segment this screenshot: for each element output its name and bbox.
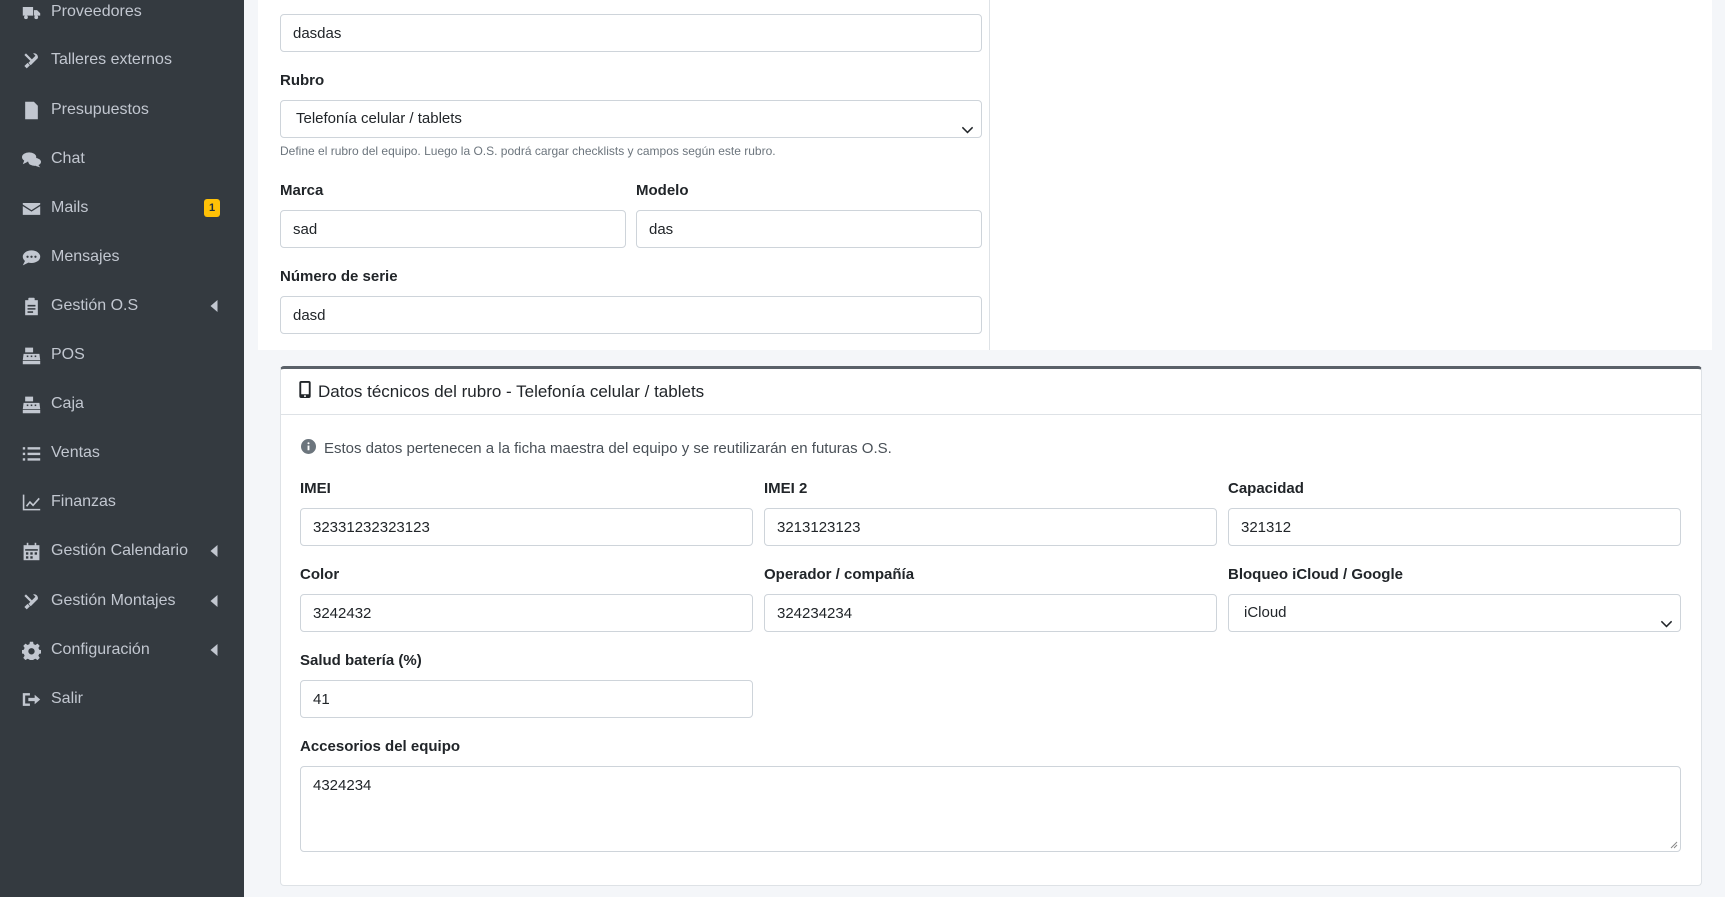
sidebar-item-label: Configuración	[51, 641, 150, 658]
chevron-left-icon	[204, 300, 224, 312]
sign-out-icon	[20, 688, 42, 710]
chevron-left-icon	[204, 644, 224, 656]
imei2-input[interactable]	[764, 508, 1217, 546]
mobile-phone-icon	[299, 380, 311, 403]
sidebar-item-label: Gestión O.S	[51, 297, 139, 314]
chevron-down-icon	[1660, 607, 1673, 628]
sidebar-item-gestion-montajes[interactable]: Gestión Montajes	[0, 579, 244, 623]
numero-serie-input[interactable]	[280, 296, 982, 334]
color-label: Color	[300, 566, 340, 583]
marca-input[interactable]	[280, 210, 626, 248]
sidebar-item-mails[interactable]: Mails 1	[0, 186, 244, 230]
sidebar-item-label: Finanzas	[51, 493, 116, 510]
calendar-icon	[20, 540, 42, 562]
info-note: Estos datos pertenecen a la ficha maestr…	[301, 439, 892, 458]
sidebar-item-label: Talleres externos	[51, 51, 172, 68]
tools-icon	[20, 49, 42, 71]
chevron-left-icon	[204, 595, 224, 607]
cash-register-icon	[20, 344, 42, 366]
sidebar-item-label: POS	[51, 346, 85, 363]
imei-input[interactable]	[300, 508, 753, 546]
card-title: Datos técnicos del rubro - Telefonía cel…	[318, 381, 705, 401]
mails-count-badge: 1	[204, 199, 220, 217]
bloqueo-selected-value: iCloud	[1244, 604, 1287, 621]
list-icon	[20, 442, 42, 464]
sidebar-item-label: Ventas	[51, 444, 100, 461]
bloqueo-select[interactable]: iCloud	[1228, 594, 1681, 632]
sidebar-item-proveedores[interactable]: Proveedores	[0, 0, 244, 34]
bloqueo-label: Bloqueo iCloud / Google	[1228, 566, 1403, 583]
capacidad-input[interactable]	[1228, 508, 1681, 546]
sidebar-item-label: Mails	[51, 199, 89, 216]
rubro-selected-value: Telefonía celular / tablets	[296, 110, 462, 127]
sidebar-item-ventas[interactable]: Ventas	[0, 431, 244, 475]
clipboard-icon	[20, 295, 42, 317]
sidebar-item-label: Salir	[51, 690, 84, 707]
rubro-help-text: Define el rubro del equipo. Luego la O.S…	[280, 144, 776, 158]
chevron-down-icon	[961, 113, 974, 134]
modelo-input[interactable]	[636, 210, 982, 248]
marca-label: Marca	[280, 182, 324, 199]
column-divider	[989, 0, 990, 350]
salud-bateria-input[interactable]	[300, 680, 753, 718]
sidebar-item-presupuestos[interactable]: Presupuestos	[0, 88, 244, 132]
modelo-label: Modelo	[636, 182, 689, 199]
sidebar-item-gestion-os[interactable]: Gestión O.S	[0, 284, 244, 328]
comment-dots-icon	[20, 246, 42, 268]
card-header: Datos técnicos del rubro - Telefonía cel…	[281, 369, 1701, 415]
datos-tecnicos-card: Datos técnicos del rubro - Telefonía cel…	[280, 366, 1702, 886]
rubro-label: Rubro	[280, 72, 325, 89]
cash-register-icon	[20, 393, 42, 415]
color-input[interactable]	[300, 594, 753, 632]
sidebar-item-gestion-calendario[interactable]: Gestión Calendario	[0, 529, 244, 573]
envelope-icon	[20, 197, 42, 219]
sidebar-item-label: Proveedores	[51, 3, 142, 20]
tipo-equipo-input[interactable]	[280, 14, 982, 52]
sidebar-item-salir[interactable]: Salir	[0, 677, 244, 721]
imei-label: IMEI	[300, 480, 331, 497]
cog-icon	[20, 639, 42, 661]
salud-bateria-label: Salud batería (%)	[300, 652, 422, 669]
invoice-icon	[20, 99, 42, 121]
resize-handle-icon[interactable]	[1668, 839, 1678, 849]
accesorios-textarea[interactable]: 4324234	[300, 766, 1681, 852]
capacidad-label: Capacidad	[1228, 480, 1304, 497]
sidebar-item-label: Gestión Calendario	[51, 542, 188, 559]
sidebar-item-label: Mensajes	[51, 248, 120, 265]
info-circle-icon	[301, 439, 316, 458]
accesorios-label: Accesorios del equipo	[300, 738, 461, 755]
rubro-select[interactable]: Telefonía celular / tablets	[280, 100, 982, 138]
sidebar-item-caja[interactable]: Caja	[0, 382, 244, 426]
sidebar-item-label: Caja	[51, 395, 84, 412]
numero-serie-label: Número de serie	[280, 268, 398, 285]
operador-label: Operador / compañía	[764, 566, 915, 583]
sidebar-item-chat[interactable]: Chat	[0, 137, 244, 181]
imei2-label: IMEI 2	[764, 480, 808, 497]
sidebar-item-label: Presupuestos	[51, 101, 149, 118]
truck-icon	[20, 1, 42, 23]
sidebar-item-talleres-externos[interactable]: Talleres externos	[0, 38, 244, 82]
accesorios-value: 4324234	[313, 777, 372, 794]
operador-input[interactable]	[764, 594, 1217, 632]
info-text: Estos datos pertenecen a la ficha maestr…	[324, 440, 892, 457]
sidebar-item-label: Chat	[51, 150, 85, 167]
sidebar: Proveedores Talleres externos Presupuest…	[0, 0, 244, 897]
sidebar-item-pos[interactable]: POS	[0, 333, 244, 377]
chart-line-icon	[20, 491, 42, 513]
chevron-left-icon	[204, 545, 224, 557]
tools-icon	[20, 590, 42, 612]
sidebar-item-label: Gestión Montajes	[51, 592, 176, 609]
comments-icon	[20, 148, 42, 170]
sidebar-item-configuracion[interactable]: Configuración	[0, 628, 244, 672]
sidebar-item-finanzas[interactable]: Finanzas	[0, 480, 244, 524]
sidebar-item-mensajes[interactable]: Mensajes	[0, 235, 244, 279]
